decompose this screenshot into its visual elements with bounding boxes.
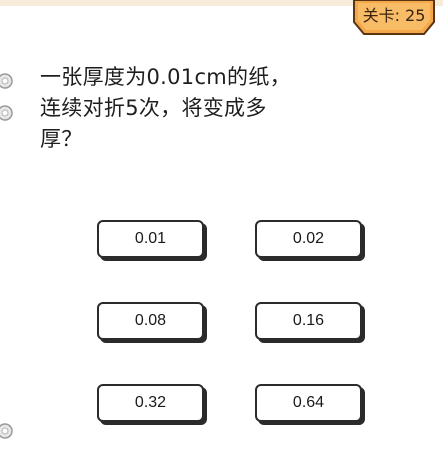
answer-button-4[interactable]: 0.16 <box>255 302 362 340</box>
game-screen: 关卡: 25 一张厚度为0.01cm的纸， 连续对折5次，将变成多 厚？ 0.0… <box>0 0 443 450</box>
level-badge: 关卡: 25 <box>352 0 436 36</box>
answer-button-2[interactable]: 0.02 <box>255 220 362 258</box>
question-line: 厚？ <box>40 127 83 151</box>
binder-ring-icon <box>0 423 13 439</box>
level-label: 关卡: 25 <box>362 6 426 25</box>
answer-button-3[interactable]: 0.08 <box>97 302 204 340</box>
question-text: 一张厚度为0.01cm的纸， 连续对折5次，将变成多 厚？ <box>40 62 340 155</box>
question-line: 连续对折5次，将变成多 <box>40 96 267 120</box>
question-line: 一张厚度为0.01cm的纸， <box>40 65 291 89</box>
answer-label: 0.02 <box>292 230 325 247</box>
answer-label: 0.64 <box>292 394 325 411</box>
answer-button-6[interactable]: 0.64 <box>255 384 362 422</box>
binder-ring-icon <box>0 105 13 121</box>
binder-ring-icon <box>0 73 13 89</box>
answer-button-1[interactable]: 0.01 <box>97 220 204 258</box>
answer-label: 0.32 <box>134 394 167 411</box>
answer-button-5[interactable]: 0.32 <box>97 384 204 422</box>
answer-label: 0.08 <box>134 312 167 329</box>
answer-label: 0.16 <box>292 312 325 329</box>
answer-label: 0.01 <box>134 230 167 247</box>
